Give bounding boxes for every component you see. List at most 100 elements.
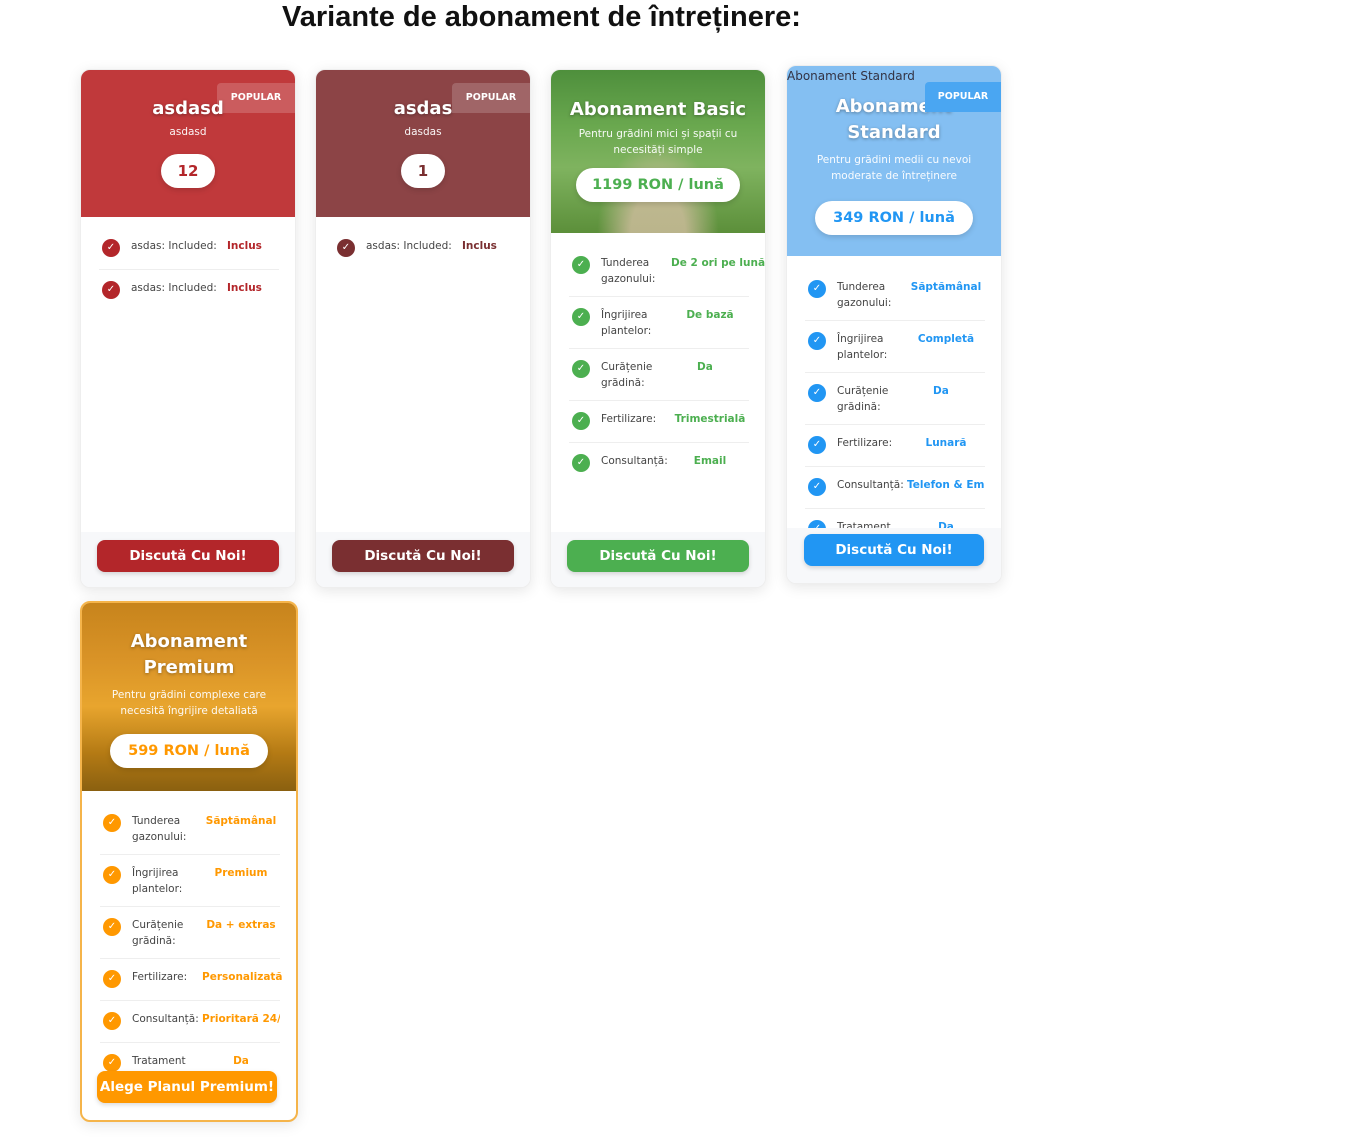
plan-card-header: POPULAR asdas dasdas 1 xyxy=(316,70,530,217)
feature-value: Personalizată xyxy=(202,971,283,983)
plan-card-footer: Discută Cu Noi! xyxy=(316,532,530,587)
feature-row: ✓ Îngrijirea plantelor: Premium xyxy=(100,855,280,907)
check-icon: ✓ xyxy=(103,814,121,832)
feature-label: Îngrijirea plantelor: xyxy=(601,309,652,337)
discuss-button[interactable]: Discută Cu Noi! xyxy=(97,540,279,572)
feature-label: Îngrijirea plantelor: xyxy=(132,867,183,895)
feature-value: De bază xyxy=(686,309,734,321)
feature-label: Consultanță: xyxy=(601,455,668,467)
plan-card-header: Abonament Standard POPULAR Abonament Sta… xyxy=(787,66,1001,256)
plan-card-footer: Discută Cu Noi! xyxy=(787,528,1001,583)
check-icon: ✓ xyxy=(103,1012,121,1030)
popular-badge: POPULAR xyxy=(217,83,295,113)
choose-premium-button[interactable]: Alege Planul Premium! xyxy=(97,1071,277,1103)
check-icon: ✓ xyxy=(572,412,590,430)
plan-subtitle: Pentru grădini medii cu nevoi moderate d… xyxy=(816,154,972,182)
plan-price: 12 xyxy=(161,154,215,188)
plan-card-footer: Alege Planul Premium! xyxy=(82,1063,296,1120)
plan-card-footer: Discută Cu Noi! xyxy=(81,532,295,587)
feature-value: Da + extras xyxy=(206,919,276,931)
feature-list: ✓ Tunderea gazonului: Săptămânal ✓ Îngri… xyxy=(787,256,1001,550)
plan-card-footer: Discută Cu Noi! xyxy=(551,532,765,587)
feature-label: Tunderea gazonului: xyxy=(601,257,656,285)
check-icon: ✓ xyxy=(337,239,355,257)
feature-label: Consultanță: xyxy=(132,1013,199,1025)
feature-value: Săptămânal xyxy=(205,815,277,827)
feature-row: ✓ Consultanță: Email xyxy=(569,443,749,484)
check-icon: ✓ xyxy=(808,280,826,298)
plan-subtitle: Pentru grădini complexe care necesită în… xyxy=(111,689,267,717)
feature-value: Prioritară 24/7 xyxy=(202,1013,280,1025)
feature-list: ✓ Tunderea gazonului: Săptămânal ✓ Îngri… xyxy=(82,791,296,1084)
feature-value: Săptămânal xyxy=(910,281,982,293)
check-icon: ✓ xyxy=(572,308,590,326)
feature-label: asdas: Included: xyxy=(131,240,217,252)
feature-list: ✓ asdas: Included: Inclus xyxy=(316,217,530,269)
feature-row: ✓ asdas: Included: Inclus xyxy=(334,228,514,269)
feature-label: Fertilizare: xyxy=(132,971,188,983)
check-icon: ✓ xyxy=(808,436,826,454)
feature-row: ✓ asdas: Included: Inclus xyxy=(99,270,279,311)
feature-label: Fertilizare: xyxy=(837,437,893,449)
feature-row: ✓ Curățenie grădină: Da + extras xyxy=(100,907,280,959)
plan-price: 1199 RON / lună xyxy=(576,168,740,202)
feature-value: Da xyxy=(933,385,949,397)
check-icon: ✓ xyxy=(103,918,121,936)
check-icon: ✓ xyxy=(103,866,121,884)
feature-label: Îngrijirea plantelor: xyxy=(837,333,888,361)
check-icon: ✓ xyxy=(808,384,826,402)
feature-label: Consultanță: xyxy=(837,479,904,491)
plan-card-header: POPULAR asdasd asdasd 12 xyxy=(81,70,295,217)
plan-price: 599 RON / lună xyxy=(110,734,268,768)
check-icon: ✓ xyxy=(102,281,120,299)
feature-label: Fertilizare: xyxy=(601,413,657,425)
plan-price: 1 xyxy=(401,154,445,188)
broken-image-alt: Abonament Standard xyxy=(787,69,915,83)
plan-title: Abonament Basic xyxy=(569,99,747,120)
feature-value: Telefon & Ema xyxy=(907,479,985,491)
feature-label: asdas: Included: xyxy=(131,282,217,294)
feature-value: Lunară xyxy=(925,437,967,449)
plan-subtitle: asdasd xyxy=(169,126,207,138)
check-icon: ✓ xyxy=(102,239,120,257)
plan-price: 349 RON / lună xyxy=(815,201,973,235)
feature-value: Trimestrială xyxy=(674,413,746,425)
feature-value: Completă xyxy=(917,333,975,345)
feature-row: ✓ Curățenie grădină: Da xyxy=(805,373,985,425)
feature-label: Curățenie grădină: xyxy=(837,385,889,413)
feature-value: Da xyxy=(697,361,713,373)
feature-row: ✓ Fertilizare: Lunară xyxy=(805,425,985,467)
feature-row: ✓ Curățenie grădină: Da xyxy=(569,349,749,401)
plan-card-header: Abonament Premium Pentru grădini complex… xyxy=(82,603,296,791)
popular-badge: POPULAR xyxy=(925,82,1001,112)
plan-card-header: Abonament Basic Pentru grădini mici și s… xyxy=(551,70,765,233)
popular-badge: POPULAR xyxy=(452,83,530,113)
feature-value: Premium xyxy=(214,867,268,879)
feature-row: ✓ Fertilizare: Personalizată xyxy=(100,959,283,1001)
feature-row: ✓ Consultanță: Prioritară 24/7 xyxy=(100,1001,280,1043)
plan-card-asdasd: POPULAR asdasd asdasd 12 ✓ asdas: Includ… xyxy=(80,69,296,588)
feature-list: ✓ asdas: Included: Inclus ✓ asdas: Inclu… xyxy=(81,217,295,311)
discuss-button[interactable]: Discută Cu Noi! xyxy=(332,540,514,572)
feature-value: Inclus xyxy=(462,240,497,252)
check-icon: ✓ xyxy=(572,360,590,378)
feature-row: ✓ Tunderea gazonului: Săptămânal xyxy=(805,269,985,321)
plan-card-asdas: POPULAR asdas dasdas 1 ✓ asdas: Included… xyxy=(315,69,531,588)
feature-value: Inclus xyxy=(227,240,262,252)
plan-subtitle: dasdas xyxy=(404,126,442,138)
feature-row: ✓ Îngrijirea plantelor: Completă xyxy=(805,321,985,373)
check-icon: ✓ xyxy=(808,478,826,496)
plan-card-standard: Abonament Standard POPULAR Abonament Sta… xyxy=(786,65,1002,584)
plan-card-premium: Abonament Premium Pentru grădini complex… xyxy=(80,601,298,1122)
check-icon: ✓ xyxy=(572,256,590,274)
feature-row: ✓ Tunderea gazonului: Săptămânal xyxy=(100,803,280,855)
discuss-button[interactable]: Discută Cu Noi! xyxy=(804,534,984,566)
check-icon: ✓ xyxy=(808,332,826,350)
feature-value: De 2 ori pe lună xyxy=(671,257,766,269)
plan-card-basic: Abonament Basic Pentru grădini mici și s… xyxy=(550,69,766,588)
feature-label: Tunderea gazonului: xyxy=(837,281,892,309)
feature-row: ✓ asdas: Included: Inclus xyxy=(99,228,279,270)
plan-title: Abonament Premium xyxy=(130,631,248,678)
feature-value: Email xyxy=(693,455,727,467)
discuss-button[interactable]: Discută Cu Noi! xyxy=(567,540,749,572)
